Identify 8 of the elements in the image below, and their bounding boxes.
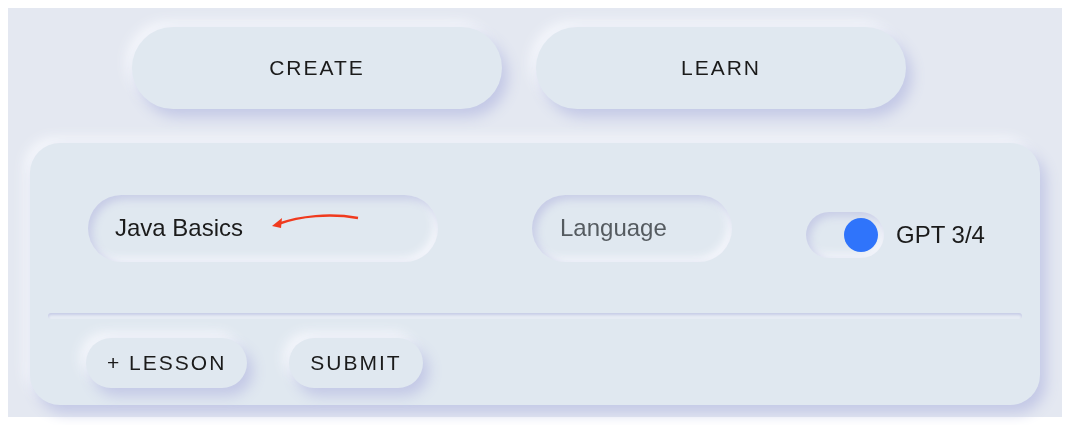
input-field[interactable]: Java Basics [88, 194, 438, 262]
nav-button[interactable]: LEARN [536, 27, 906, 109]
input-field[interactable]: Language [532, 194, 732, 262]
toggle-switch[interactable] [806, 212, 884, 258]
action-button[interactable]: SUBMIT [289, 338, 423, 388]
action-button[interactable]: + LESSON [86, 338, 248, 388]
toggle-label: GPT 3/4 [896, 220, 985, 250]
nav-button[interactable]: CREATE [132, 27, 502, 109]
